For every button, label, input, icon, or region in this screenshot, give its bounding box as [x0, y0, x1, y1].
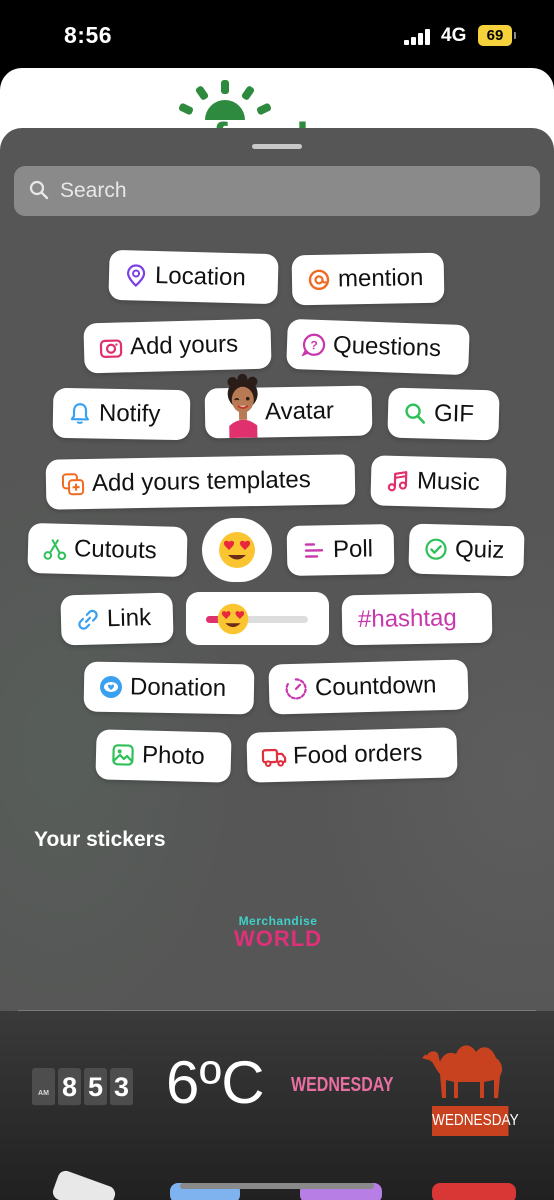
weekday-sticker[interactable]: WEDNESDAY — [291, 1074, 394, 1097]
merchandise-world-sticker[interactable]: Merchandise WORLD — [224, 914, 332, 954]
avatar-sticker[interactable]: Avatar — [204, 373, 373, 439]
heart-eyes-emoji-icon — [219, 532, 255, 568]
questions-label: Questions — [332, 331, 442, 363]
donation-heart-icon — [98, 674, 124, 700]
poll-sticker[interactable]: Poll — [286, 524, 395, 576]
link-sticker[interactable]: Link — [60, 592, 174, 646]
notify-label: Notify — [98, 399, 161, 428]
music-sticker[interactable]: Music — [370, 455, 507, 509]
templates-add-icon — [60, 471, 86, 497]
gif-sticker[interactable]: GIF — [387, 387, 500, 441]
clock-digit: 5 — [84, 1068, 107, 1106]
status-time: 8:56 — [64, 22, 113, 48]
sticker-peek-red — [432, 1183, 516, 1200]
clock-digit: 3 — [110, 1068, 133, 1106]
emoji-slider-sticker[interactable] — [186, 592, 329, 645]
food-orders-label: Food orders — [292, 739, 423, 770]
notify-sticker[interactable]: Notify — [52, 387, 191, 441]
camera-icon — [98, 334, 125, 361]
sheet-grabber[interactable] — [252, 144, 302, 149]
photo-sticker[interactable]: Photo — [95, 729, 232, 783]
battery-indicator: 69 — [478, 25, 516, 46]
search-icon — [29, 180, 49, 200]
signal-icon — [404, 29, 430, 45]
location-sticker[interactable]: Location — [108, 249, 279, 305]
food-orders-sticker[interactable]: Food orders — [246, 727, 458, 783]
emoji-reaction-sticker[interactable] — [202, 518, 272, 582]
avatar-label: Avatar — [264, 397, 335, 426]
camel-weekday-label: WEDNESDAY — [432, 1106, 519, 1136]
clock-digit: 8 — [58, 1068, 81, 1106]
mention-label: mention — [337, 264, 424, 293]
camel-icon[interactable] — [418, 1036, 518, 1108]
donation-sticker[interactable]: Donation — [83, 661, 255, 715]
poll-label: Poll — [332, 535, 374, 564]
music-note-icon — [385, 468, 412, 495]
search-placeholder: Search — [60, 179, 127, 202]
add-yours-label: Add yours — [129, 330, 239, 361]
network-type: 4G — [441, 25, 467, 46]
heart-eyes-emoji-icon — [217, 603, 249, 635]
countdown-timer-icon — [283, 676, 310, 703]
question-bubble-icon: ? — [301, 331, 328, 358]
check-circle-icon — [423, 536, 450, 563]
photo-label: Photo — [141, 741, 206, 771]
scissors-icon — [42, 535, 69, 562]
questions-sticker[interactable]: ? Questions — [286, 318, 470, 376]
link-chain-icon — [75, 606, 102, 633]
mention-sticker[interactable]: mention — [291, 252, 445, 306]
avatar-character-icon — [218, 373, 267, 443]
link-label: Link — [106, 604, 152, 633]
threads-at-icon — [306, 267, 332, 293]
sticker-sheet: Search Location mention Add yours ? Ques… — [0, 128, 554, 1200]
add-yours-templates-sticker[interactable]: Add yours templates — [45, 454, 356, 510]
add-yours-templates-label: Add yours templates — [91, 466, 311, 497]
temperature-sticker[interactable]: 6ºC — [166, 1048, 265, 1117]
merch-line2: WORLD — [233, 926, 323, 951]
hashtag-sticker[interactable]: #hashtag — [341, 592, 493, 646]
hashtag-label: #hashtag — [357, 604, 457, 634]
quiz-sticker[interactable]: Quiz — [408, 523, 525, 577]
location-label: Location — [154, 261, 247, 292]
svg-text:?: ? — [310, 338, 318, 352]
quiz-label: Quiz — [454, 535, 505, 564]
status-bar: 8:56 4G 69 — [0, 0, 554, 70]
music-label: Music — [416, 467, 481, 497]
clock-sticker[interactable]: AM 8 5 3 — [32, 1068, 133, 1106]
countdown-sticker[interactable]: Countdown — [268, 659, 469, 715]
home-indicator[interactable] — [180, 1183, 374, 1189]
donation-label: Donation — [129, 673, 227, 702]
poll-bars-icon — [301, 537, 327, 563]
add-yours-sticker[interactable]: Add yours — [83, 318, 272, 374]
photo-image-icon — [110, 742, 137, 769]
search-gif-icon — [402, 400, 429, 427]
gif-label: GIF — [433, 399, 475, 428]
cutouts-sticker[interactable]: Cutouts — [27, 522, 188, 578]
search-input[interactable]: Search — [14, 166, 540, 216]
cutouts-label: Cutouts — [73, 535, 158, 565]
clock-am: AM — [32, 1068, 55, 1106]
delivery-truck-icon — [261, 744, 288, 771]
bell-icon — [67, 400, 93, 426]
your-stickers-title: Your stickers — [34, 828, 166, 851]
countdown-label: Countdown — [314, 671, 437, 702]
location-pin-icon — [123, 262, 150, 289]
